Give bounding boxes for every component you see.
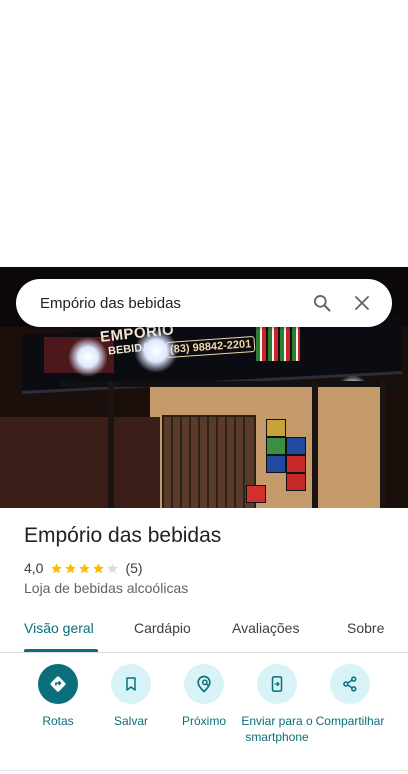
place-title: Empório das bebidas [24, 524, 222, 547]
tab-overview[interactable]: Visão geral [24, 620, 94, 636]
send-to-phone-button[interactable]: Enviar para o smartphone [237, 664, 317, 745]
red-chair [246, 485, 266, 503]
share-icon [330, 664, 370, 704]
star-icon [93, 562, 105, 573]
search-icon[interactable] [310, 291, 334, 315]
rating-row[interactable]: 4,0 (5) [24, 559, 143, 577]
share-button[interactable]: Compartilhar [310, 664, 390, 729]
rating-stars [50, 562, 120, 575]
star-icon [107, 562, 119, 573]
search-query[interactable]: Empório das bebidas [40, 295, 310, 312]
map-area[interactable] [0, 0, 408, 267]
lamp-light [134, 329, 178, 373]
crate [286, 455, 306, 473]
send-to-phone-icon [257, 664, 297, 704]
shop-wall-dark [0, 417, 160, 508]
tab-about[interactable]: Sobre [347, 620, 384, 636]
bookmark-icon [111, 664, 151, 704]
nearby-button[interactable]: Próximo [164, 664, 244, 729]
save-button[interactable]: Salvar [91, 664, 171, 729]
support-pole [380, 381, 386, 508]
share-label: Compartilhar [315, 714, 385, 728]
nearby-label: Próximo [181, 714, 226, 728]
tab-reviews[interactable]: Avaliações [232, 620, 299, 636]
close-icon[interactable] [350, 291, 374, 315]
crate [286, 473, 306, 491]
search-bar[interactable]: Empório das bebidas [16, 279, 392, 327]
sign-bottles [256, 327, 300, 361]
send-to-phone-label: Enviar para o smartphone [241, 714, 313, 744]
directions-icon [38, 664, 78, 704]
tab-bar: Visão geral Cardápio Avaliações Sobre [0, 608, 408, 653]
crate [286, 437, 306, 455]
save-label: Salvar [113, 714, 148, 728]
star-icon [65, 562, 77, 573]
crate [266, 419, 286, 437]
directions-button[interactable]: Rotas [18, 664, 98, 729]
active-tab-indicator [24, 649, 98, 652]
crate [266, 455, 286, 473]
star-icon [79, 562, 91, 573]
directions-label: Rotas [42, 714, 74, 728]
support-pole [312, 381, 318, 508]
lamp-light [68, 337, 108, 377]
star-icon [51, 562, 63, 573]
support-pole [108, 381, 114, 508]
door-grille [162, 415, 252, 508]
action-row: Rotas Salvar Próximo Enviar para o smart… [0, 664, 408, 764]
rating-value: 4,0 [24, 560, 44, 576]
nearby-icon [184, 664, 224, 704]
crate [266, 437, 286, 455]
divider [0, 770, 408, 771]
place-category[interactable]: Loja de bebidas alcoólicas [24, 580, 188, 596]
tab-menu[interactable]: Cardápio [134, 620, 191, 636]
review-count[interactable]: (5) [125, 560, 142, 576]
